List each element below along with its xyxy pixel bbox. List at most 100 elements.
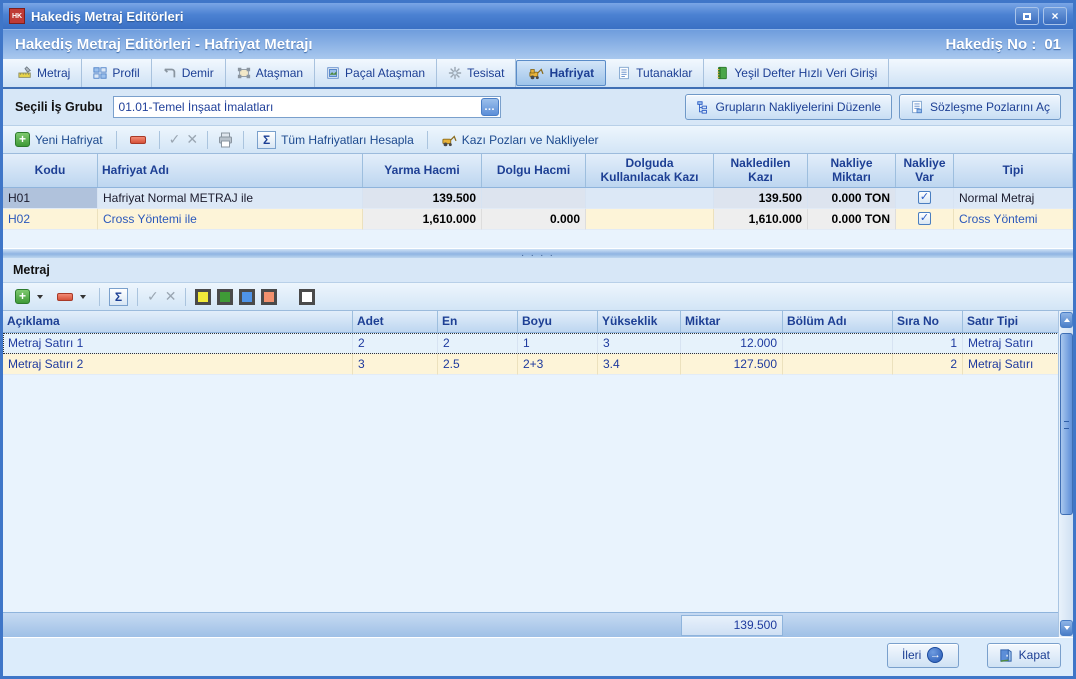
cell-yarma-hacmi[interactable]: 1,610.000 [363,209,482,230]
scrollbar-thumb[interactable] [1060,333,1073,515]
color-orange-button[interactable] [261,289,277,305]
cell-yukseklik[interactable]: 3 [598,333,681,354]
cell-nakledilen-kazi[interactable]: 139.500 [714,188,808,209]
column-header-nakliye-miktari[interactable]: Nakliye Miktarı [808,154,896,187]
tab-hafriyat[interactable]: Hafriyat [516,60,606,86]
metraj-row-focused[interactable]: Metraj Satırı 1 2 2 1 3 12.000 1 Metraj … [3,333,1073,354]
tab-tesisat[interactable]: Tesisat [437,59,516,87]
cell-sira-no[interactable]: 1 [893,333,963,354]
add-metraj-row-button[interactable]: + [11,287,47,306]
cancel-icon[interactable]: ✕ [165,288,177,305]
cell-yarma-hacmi[interactable]: 139.500 [363,188,482,209]
tab-tutanaklar[interactable]: Tutanaklar [606,59,704,87]
cell-adet[interactable]: 3 [353,354,438,375]
cell-aciklama[interactable]: Metraj Satırı 2 [3,354,353,375]
column-header-nakledilen-kazi[interactable]: Nakledilen Kazı [714,154,808,187]
column-header-bolum-adi[interactable]: Bölüm Adı [783,311,893,332]
cell-kodu[interactable]: H02 [3,209,98,230]
calculate-all-button[interactable]: Σ Tüm Hafriyatları Hesapla [253,129,418,151]
cell-satir-tipi[interactable]: Metraj Satırı [963,333,1073,354]
column-header-adet[interactable]: Adet [353,311,438,332]
browse-ellipsis-button[interactable]: … [481,98,499,116]
cell-kodu[interactable]: H01 [3,188,98,209]
color-yellow-button[interactable] [195,289,211,305]
cell-yukseklik[interactable]: 3.4 [598,354,681,375]
tab-profil[interactable]: Profil [82,59,151,87]
cell-boyu[interactable]: 2+3 [518,354,598,375]
column-header-dolgu-hacmi[interactable]: Dolgu Hacmi [482,154,586,187]
color-blue-button[interactable] [239,289,255,305]
cell-hafriyat-adi[interactable]: Hafriyat Normal METRAJ ile [98,188,363,209]
document-icon [617,66,631,80]
column-header-yarma-hacmi[interactable]: Yarma Hacmi [363,154,482,187]
nakliye-var-checkbox[interactable]: ✓ [918,191,931,204]
edit-group-transports-button[interactable]: Grupların Nakliyelerini Düzenle [685,94,892,120]
close-window-button[interactable]: Kapat [987,643,1061,668]
tab-demir[interactable]: Demir [152,59,226,87]
color-green-button[interactable] [217,289,233,305]
panel-splitter[interactable]: . . . . [3,248,1073,258]
group-selector-input[interactable] [113,96,501,118]
metraj-grid: Açıklama Adet En Boyu Yükseklik Miktar B… [3,311,1073,637]
cell-satir-tipi[interactable]: Metraj Satırı [963,354,1073,375]
column-header-boyu[interactable]: Boyu [518,311,598,332]
confirm-icon[interactable]: ✓ [147,288,159,305]
nakliye-var-checkbox[interactable]: ✓ [918,212,931,225]
scroll-down-button[interactable] [1060,620,1073,636]
column-header-nakliye-var[interactable]: Nakliye Var [896,154,954,187]
cell-en[interactable]: 2 [438,333,518,354]
cell-adet[interactable]: 2 [353,333,438,354]
cell-boyu[interactable]: 1 [518,333,598,354]
tab-yesil-defter[interactable]: Yeşil Defter Hızlı Veri Girişi [704,59,889,87]
column-header-satir-tipi[interactable]: Satır Tipi [963,311,1073,332]
kazi-pozlari-button[interactable]: Kazı Pozları ve Nakliyeler [437,131,603,149]
column-header-sira-no[interactable]: Sıra No [893,311,963,332]
next-button[interactable]: İleri → [887,643,959,668]
delete-hafriyat-button[interactable] [126,134,150,146]
confirm-icon[interactable]: ✓ [169,131,181,148]
column-header-yukseklik[interactable]: Yükseklik [598,311,681,332]
tab-atasman[interactable]: Ataşman [226,59,315,87]
metraj-row[interactable]: Metraj Satırı 2 3 2.5 2+3 3.4 127.500 2 … [3,354,1073,375]
cell-tipi[interactable]: Cross Yöntemi [954,209,1073,230]
cell-nakliye-miktari[interactable]: 0.000 TON [808,188,896,209]
cell-sira-no[interactable]: 2 [893,354,963,375]
cell-hafriyat-adi[interactable]: Cross Yöntemi ile [98,209,363,230]
cell-miktar[interactable]: 127.500 [681,354,783,375]
cell-aciklama[interactable]: Metraj Satırı 1 [3,333,353,354]
column-header-hafriyat-adi[interactable]: Hafriyat Adı [98,154,363,187]
vertical-scrollbar[interactable] [1058,311,1073,637]
title-bar: HK Hakediş Metraj Editörleri × [3,3,1073,29]
hafriyat-row[interactable]: H02 Cross Yöntemi ile 1,610.000 0.000 1,… [3,209,1073,230]
open-contract-items-button[interactable]: Sözleşme Pozlarını Aç [899,94,1061,120]
cell-dolgu-hacmi[interactable] [482,188,586,209]
cell-nakledilen-kazi[interactable]: 1,610.000 [714,209,808,230]
cell-dolguda-kazi[interactable] [586,188,714,209]
color-white-button[interactable] [299,289,315,305]
maximize-button[interactable] [1015,7,1039,25]
close-button[interactable]: × [1043,7,1067,25]
cell-dolguda-kazi[interactable] [586,209,714,230]
cell-miktar[interactable]: 12.000 [681,333,783,354]
cell-nakliye-miktari[interactable]: 0.000 TON [808,209,896,230]
cell-dolgu-hacmi[interactable]: 0.000 [482,209,586,230]
cancel-icon[interactable]: ✕ [186,131,198,148]
column-header-kodu[interactable]: Kodu [3,154,98,187]
column-header-dolguda-kazi[interactable]: Dolguda Kullanılacak Kazı [586,154,714,187]
column-header-tipi[interactable]: Tipi [954,154,1073,187]
tab-metraj[interactable]: Metraj [7,59,82,87]
sum-button[interactable]: Σ [109,288,128,306]
new-hafriyat-button[interactable]: + Yeni Hafriyat [11,130,107,149]
column-header-en[interactable]: En [438,311,518,332]
cell-tipi[interactable]: Normal Metraj [954,188,1073,209]
column-header-aciklama[interactable]: Açıklama [3,311,353,332]
cell-en[interactable]: 2.5 [438,354,518,375]
cell-bolum-adi[interactable] [783,333,893,354]
remove-metraj-row-button[interactable] [53,291,90,303]
scroll-up-button[interactable] [1060,312,1073,328]
column-header-miktar[interactable]: Miktar [681,311,783,332]
cell-bolum-adi[interactable] [783,354,893,375]
printer-icon[interactable] [217,132,234,148]
tab-pacal-atasman[interactable]: Paçal Ataşman [315,59,437,87]
hafriyat-row-selected[interactable]: H01 Hafriyat Normal METRAJ ile 139.500 1… [3,188,1073,209]
